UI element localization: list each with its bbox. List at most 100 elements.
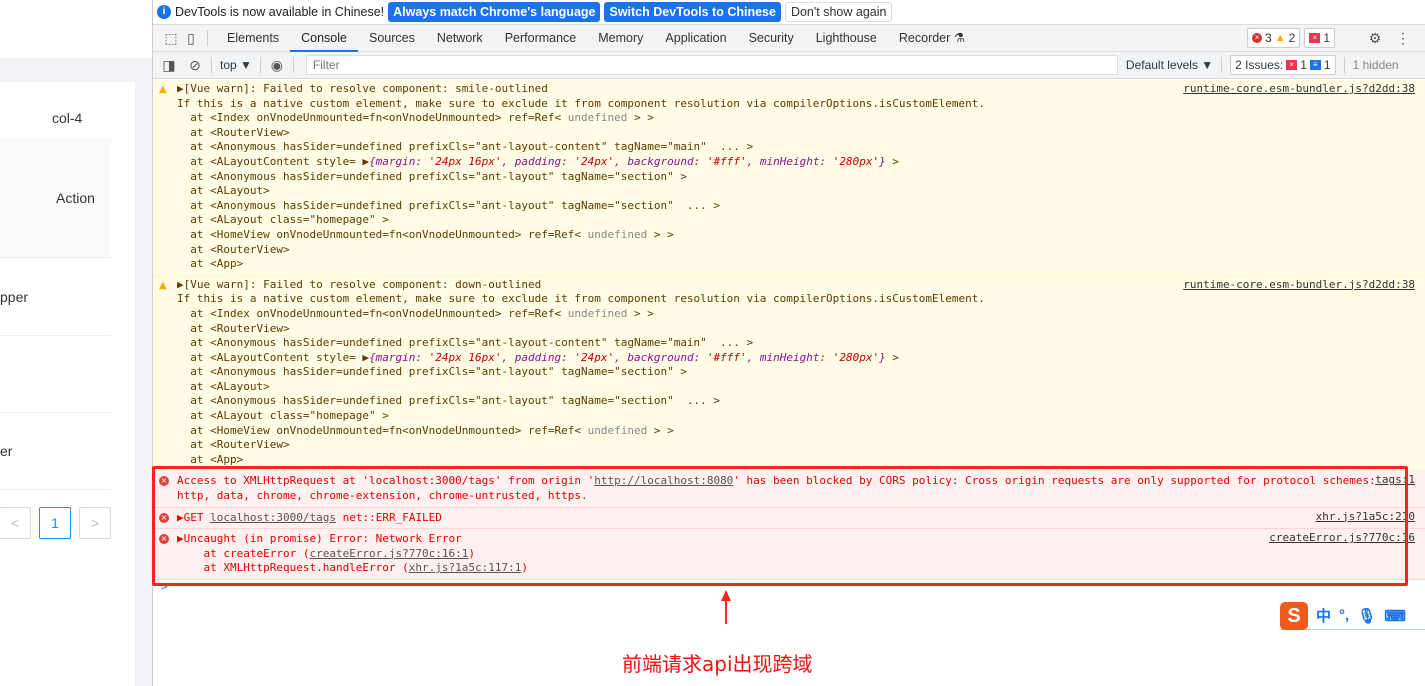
message-text: at <App> bbox=[177, 257, 244, 271]
source-link[interactable]: runtime-core.esm-bundler.js?d2dd:38 bbox=[1183, 82, 1415, 97]
error-icon: × bbox=[1252, 33, 1263, 43]
row-divider bbox=[0, 335, 111, 336]
message-text: at <HomeView onVnodeUnmounted=fn<onVnode… bbox=[177, 227, 588, 241]
issues-button[interactable]: 2 Issues: × 1 ≡ 1 bbox=[1230, 55, 1336, 75]
tab-performance[interactable]: Performance bbox=[494, 25, 588, 52]
message-text: at <Index onVnodeUnmounted=fn<onVnodeUnm… bbox=[177, 306, 568, 320]
table-cell: pper bbox=[0, 289, 29, 305]
message-text: at <App> bbox=[177, 452, 244, 466]
tab-network[interactable]: Network bbox=[426, 25, 494, 52]
tab-console[interactable]: Console bbox=[290, 25, 358, 52]
message-text: > > bbox=[647, 423, 674, 437]
pagination-page-1[interactable]: 1 bbox=[39, 507, 71, 539]
tab-memory[interactable]: Memory bbox=[587, 25, 654, 52]
message-line: at <RouterView> bbox=[177, 322, 1425, 337]
hidden-count: 1 hidden bbox=[1352, 58, 1399, 72]
message-text: at <Anonymous hasSider=undefined prefixC… bbox=[177, 169, 687, 183]
message-text: at <Anonymous hasSider=undefined prefixC… bbox=[177, 365, 687, 379]
message-text: '#fff' bbox=[706, 154, 747, 168]
sogou-logo: S bbox=[1280, 601, 1308, 630]
tab-security[interactable]: Security bbox=[738, 25, 805, 52]
issues-label: 2 Issues: bbox=[1235, 58, 1284, 72]
warning-icon: ▲ bbox=[159, 279, 167, 291]
more-options-icon[interactable]: ⋮ bbox=[1395, 30, 1411, 46]
tab-application[interactable]: Application bbox=[654, 25, 737, 52]
annotation-caption: 前端请求api出现跨域 bbox=[622, 652, 813, 676]
column-header-col-4: col-4 bbox=[52, 110, 83, 126]
device-toolbar-icon[interactable]: ▯ bbox=[183, 30, 199, 46]
message-line: If this is a native custom element, make… bbox=[177, 292, 1425, 307]
dont-show-again-button[interactable]: Don't show again bbox=[784, 2, 893, 22]
tab-list: Elements Console Sources Network Performance… bbox=[216, 25, 976, 52]
issue-info-icon: ≡ bbox=[1309, 60, 1321, 70]
message-line: at <RouterView> bbox=[177, 438, 1425, 453]
message-text: {margin: bbox=[369, 350, 429, 364]
divider bbox=[292, 57, 294, 73]
message-line: at <Anonymous hasSider=undefined prefixC… bbox=[177, 140, 1425, 155]
message-text: at <ALayout> bbox=[177, 379, 270, 393]
clear-console-icon[interactable]: ⊘ bbox=[187, 57, 203, 73]
message-text: {margin: bbox=[369, 154, 429, 168]
message-text: '#fff' bbox=[706, 350, 747, 364]
eye-icon[interactable]: ◉ bbox=[269, 57, 285, 73]
source-link[interactable]: runtime-core.esm-bundler.js?d2dd:38 bbox=[1183, 278, 1415, 293]
microphone-icon[interactable]: 🎙 bbox=[1357, 607, 1376, 625]
ime-language-toggle[interactable]: 中 bbox=[1316, 605, 1331, 626]
divider bbox=[1343, 57, 1345, 73]
tab-recorder[interactable]: Recorder ⚗ bbox=[888, 25, 976, 52]
message-line: at <ALayout> bbox=[177, 380, 1425, 395]
always-match-language-button[interactable]: Always match Chrome's language bbox=[388, 2, 601, 22]
message-line: at <Index onVnodeUnmounted=fn<onVnodeUnm… bbox=[177, 307, 1425, 322]
message-text: at <Anonymous hasSider=undefined prefixC… bbox=[177, 394, 721, 408]
ime-toolbar: S 中 °, 🎙 ⌨ bbox=[1280, 601, 1425, 630]
message-text: at <ALayoutContent style= ▶ bbox=[177, 154, 370, 168]
message-text: } bbox=[879, 350, 886, 364]
annotation-box bbox=[152, 466, 1408, 586]
gear-icon[interactable]: ⚙ bbox=[1367, 30, 1383, 46]
message-text: at <Anonymous hasSider=undefined prefixC… bbox=[177, 198, 721, 212]
message-text: If this is a native custom element, make… bbox=[177, 96, 985, 110]
context-selector[interactable]: top ▼ bbox=[220, 58, 252, 72]
ime-punctuation-toggle[interactable]: °, bbox=[1339, 607, 1349, 624]
pagination-next[interactable]: > bbox=[79, 507, 111, 539]
message-text: , minHeight: bbox=[746, 154, 833, 168]
message-line: at <ALayout class="homepage" > bbox=[177, 213, 1425, 228]
message-line: at <ALayout class="homepage" > bbox=[177, 409, 1425, 424]
message-text: at <RouterView> bbox=[177, 242, 290, 256]
message-text: > > bbox=[647, 227, 674, 241]
table-cell: er bbox=[0, 443, 13, 459]
error-warning-counter[interactable]: × 3 ▲ 2 bbox=[1247, 28, 1301, 48]
inspect-element-icon[interactable]: ⬚ bbox=[163, 30, 179, 46]
keyboard-icon[interactable]: ⌨ bbox=[1384, 607, 1406, 625]
console-warning: ▲ runtime-core.esm-bundler.js?d2dd:38 ▶[Vu… bbox=[153, 80, 1425, 276]
message-line: at <Index onVnodeUnmounted=fn<onVnodeUnm… bbox=[177, 111, 1425, 126]
tab-sources[interactable]: Sources bbox=[358, 25, 426, 52]
message-text: , padding: bbox=[501, 350, 575, 364]
message-text: '280px' bbox=[832, 350, 880, 364]
log-levels-dropdown[interactable]: Default levels ▼ bbox=[1126, 58, 1213, 72]
message-text: undefined bbox=[587, 227, 648, 241]
message-line: at <Anonymous hasSider=undefined prefixC… bbox=[177, 365, 1425, 380]
tab-elements[interactable]: Elements bbox=[216, 25, 290, 52]
message-text: > bbox=[885, 350, 899, 364]
message-text: > bbox=[885, 154, 899, 168]
message-text: at <Index onVnodeUnmounted=fn<onVnodeUnm… bbox=[177, 111, 568, 125]
switch-to-chinese-button[interactable]: Switch DevTools to Chinese bbox=[604, 2, 781, 22]
column-header-action: Action bbox=[56, 190, 95, 206]
row-divider bbox=[0, 489, 111, 490]
console-warning: ▲ runtime-core.esm-bundler.js?d2dd:38 ▶[Vu… bbox=[153, 275, 1425, 472]
message-line: at <ALayout> bbox=[177, 184, 1425, 199]
issue-error-icon: × bbox=[1286, 60, 1298, 70]
message-line: at <Anonymous hasSider=undefined prefixC… bbox=[177, 394, 1425, 409]
filter-input[interactable] bbox=[305, 55, 1118, 75]
divider bbox=[207, 30, 208, 46]
issue-info-count: 1 bbox=[1323, 58, 1331, 72]
sidebar-toggle-icon[interactable]: ◨ bbox=[161, 57, 177, 73]
tab-lighthouse[interactable]: Lighthouse bbox=[805, 25, 888, 52]
message-text: undefined bbox=[567, 306, 628, 320]
issues-counter[interactable]: × 1 bbox=[1304, 28, 1335, 48]
message-text: '24px' bbox=[574, 350, 615, 364]
issue-error-count: 1 bbox=[1300, 58, 1307, 72]
issue-error-icon: × bbox=[1309, 33, 1321, 43]
pagination-prev[interactable]: < bbox=[0, 507, 31, 539]
